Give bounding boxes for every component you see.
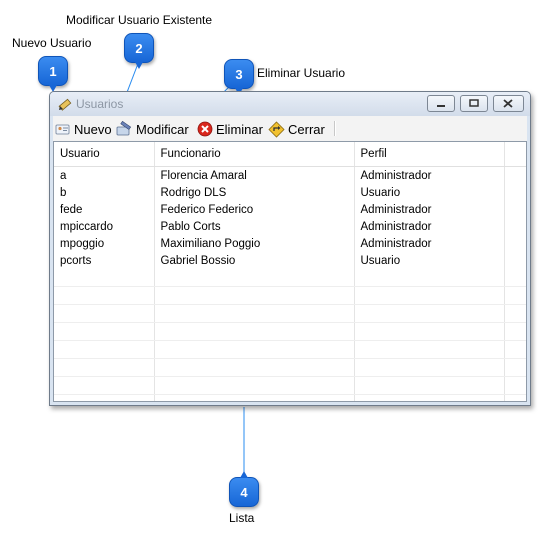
cell-funcionario: Pablo Corts xyxy=(154,218,355,235)
cell-usuario: b xyxy=(54,184,155,201)
maximize-button[interactable] xyxy=(460,95,488,112)
maximize-icon xyxy=(469,99,479,107)
nuevo-label: Nuevo xyxy=(74,121,112,137)
table-row[interactable]: fede Federico Federico Administrador xyxy=(54,201,526,218)
table-row[interactable]: pcorts Gabriel Bossio Usuario xyxy=(54,252,526,269)
table-row[interactable]: b Rodrigo DLS Usuario xyxy=(54,184,526,201)
cell-filler xyxy=(504,252,526,269)
annotation-label-1: Nuevo Usuario xyxy=(12,36,92,50)
cell-usuario: pcorts xyxy=(54,252,155,269)
pencil-edit-icon xyxy=(58,98,72,111)
cell-filler xyxy=(504,218,526,235)
delete-icon xyxy=(197,121,213,137)
cell-filler xyxy=(504,184,526,201)
close-window-button[interactable] xyxy=(493,95,524,112)
cell-perfil: Administrador xyxy=(354,166,505,184)
annotation-badge-1: 1 xyxy=(38,56,68,92)
table-row[interactable]: mpoggio Maximiliano Poggio Administrador xyxy=(54,235,526,252)
usuarios-table: Usuario Funcionario Perfil a Florencia A… xyxy=(54,142,526,401)
minimize-icon xyxy=(437,105,445,107)
eliminar-button[interactable]: Eliminar xyxy=(197,119,263,139)
cell-perfil: Administrador xyxy=(354,218,505,235)
cerrar-label: Cerrar xyxy=(288,121,325,137)
cell-funcionario: Rodrigo DLS xyxy=(154,184,355,201)
edit-icon xyxy=(116,121,132,136)
cell-perfil: Administrador xyxy=(354,235,505,252)
empty-row xyxy=(54,286,526,305)
minimize-button[interactable] xyxy=(427,95,455,112)
toolbar: Nuevo Modificar Eliminar Cerrar xyxy=(53,116,527,141)
usuarios-list[interactable]: Usuario Funcionario Perfil a Florencia A… xyxy=(53,141,527,402)
empty-row xyxy=(54,376,526,395)
eliminar-label: Eliminar xyxy=(216,121,263,137)
close-icon xyxy=(503,99,513,108)
window-title: Usuarios xyxy=(76,97,124,111)
cell-funcionario: Gabriel Bossio xyxy=(154,252,355,269)
empty-row xyxy=(54,304,526,323)
cell-filler xyxy=(504,235,526,252)
cell-funcionario: Florencia Amaral xyxy=(154,166,355,184)
cell-perfil: Usuario xyxy=(354,184,505,201)
annotation-badge-3: 3 xyxy=(224,59,254,95)
modificar-label: Modificar xyxy=(136,121,189,137)
cerrar-button[interactable]: Cerrar xyxy=(268,119,325,139)
cell-funcionario: Maximiliano Poggio xyxy=(154,235,355,252)
empty-row xyxy=(54,269,526,287)
title-bar[interactable]: Usuarios xyxy=(50,92,530,116)
empty-row xyxy=(54,358,526,377)
annotation-label-4: Lista xyxy=(229,511,255,525)
nuevo-button[interactable]: Nuevo xyxy=(55,119,112,139)
annotation-label-2: Modificar Usuario Existente xyxy=(66,13,213,27)
modificar-button[interactable]: Modificar xyxy=(116,119,189,139)
toolbar-separator xyxy=(334,121,336,136)
annotation-badge-4: 4 xyxy=(229,471,259,507)
table-row[interactable]: a Florencia Amaral Administrador xyxy=(54,166,526,184)
column-header-filler xyxy=(504,142,526,167)
cell-filler xyxy=(504,201,526,218)
cell-funcionario: Federico Federico xyxy=(154,201,355,218)
usuarios-window: Usuarios Nuevo Modificar Eliminar Cerrar… xyxy=(49,91,531,406)
column-header-usuario[interactable]: Usuario xyxy=(54,142,155,167)
empty-row xyxy=(54,340,526,359)
column-header-funcionario[interactable]: Funcionario xyxy=(154,142,355,167)
column-header-perfil[interactable]: Perfil xyxy=(354,142,505,167)
cell-usuario: fede xyxy=(54,201,155,218)
annotation-badge-2: 2 xyxy=(124,33,154,69)
cell-perfil: Usuario xyxy=(354,252,505,269)
cell-perfil: Administrador xyxy=(354,201,505,218)
annotation-label-3: Eliminar Usuario xyxy=(257,66,346,80)
cell-filler xyxy=(504,166,526,184)
cell-usuario: a xyxy=(54,166,155,184)
new-user-icon xyxy=(55,124,70,135)
cell-usuario: mpoggio xyxy=(54,235,155,252)
cell-usuario: mpiccardo xyxy=(54,218,155,235)
table-row[interactable]: mpiccardo Pablo Corts Administrador xyxy=(54,218,526,235)
exit-icon xyxy=(268,120,285,138)
empty-row xyxy=(54,394,526,401)
table-header-row: Usuario Funcionario Perfil xyxy=(54,142,526,167)
empty-row xyxy=(54,322,526,341)
